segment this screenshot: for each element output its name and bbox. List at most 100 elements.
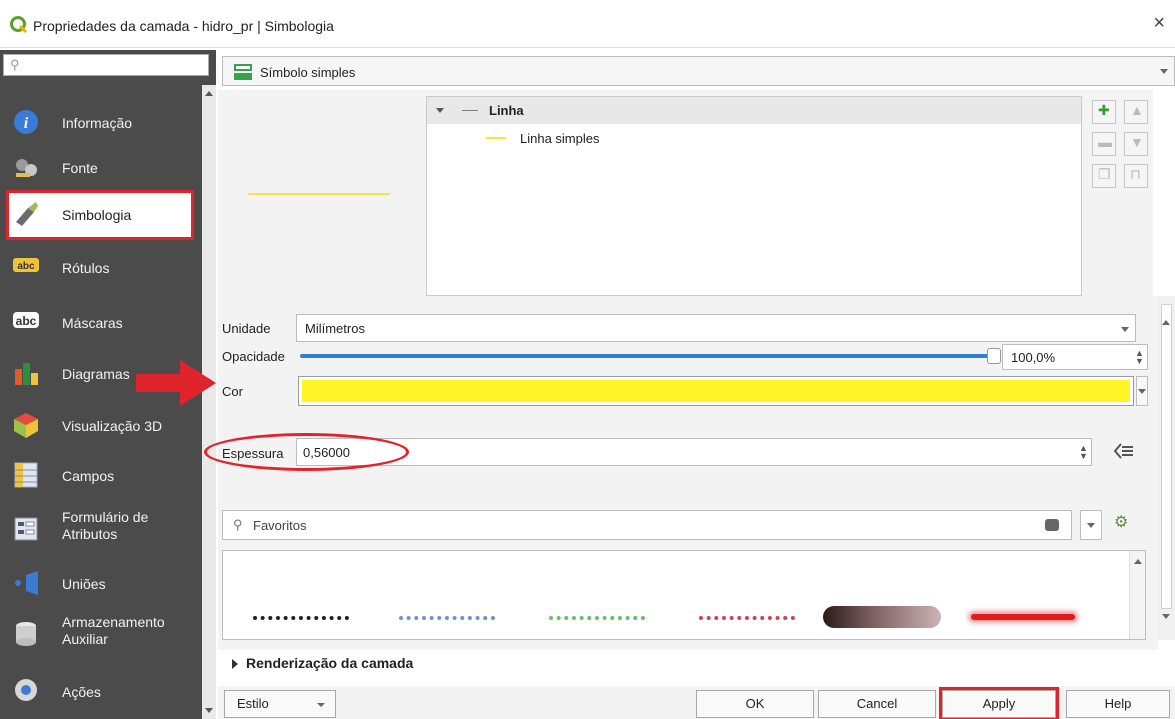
symbol-layer-tree[interactable]: Linha Linha simples: [426, 96, 1082, 296]
sidebar-item-fonte[interactable]: Fonte: [0, 147, 202, 187]
scroll-up-icon[interactable]: [205, 91, 213, 96]
style-button[interactable]: Estilo: [224, 690, 336, 718]
expand-icon[interactable]: [436, 108, 444, 113]
actions-icon: [15, 679, 37, 701]
arrow-up-icon: ▲: [1130, 102, 1144, 118]
library-group-select[interactable]: [1080, 510, 1102, 540]
symbol-list[interactable]: [222, 550, 1146, 640]
ok-button[interactable]: OK: [696, 690, 814, 718]
sidebar-item-label: Armazenamento Auxiliar: [62, 614, 165, 647]
scroll-up-icon[interactable]: [1134, 559, 1142, 564]
spin-arrows-icon[interactable]: ▲ ▼: [1079, 444, 1088, 461]
sidebar-item-mascaras[interactable]: abc Máscaras: [0, 305, 202, 341]
sidebar-search-input[interactable]: ⚲: [3, 54, 209, 76]
masks-icon: abc: [13, 312, 39, 328]
move-down-button[interactable]: ▼: [1124, 132, 1148, 156]
arrow-down-icon: ▼: [1130, 134, 1144, 150]
sidebar-item-formulario-atributos[interactable]: Formulário de Atributos: [0, 505, 202, 553]
line-symbol-icon: [462, 110, 478, 111]
svg-text:abc: abc: [16, 314, 37, 328]
sidebar-item-informacao[interactable]: i Informação: [0, 102, 202, 142]
symbol-list-scrollbar[interactable]: [1129, 551, 1145, 639]
scroll-down-icon[interactable]: [205, 708, 213, 713]
symbol-swatch-blue-dots[interactable]: [399, 616, 495, 620]
color-button[interactable]: [298, 376, 1134, 406]
color-swatch: [302, 380, 1130, 402]
spin-arrows-icon[interactable]: ▲ ▼: [1135, 349, 1144, 366]
renderer-type-select[interactable]: Símbolo simples: [222, 56, 1175, 86]
window-title: Propriedades da camada - hidro_pr | Simb…: [33, 18, 334, 34]
style-button-label: Estilo: [237, 696, 269, 711]
tree-item-linha-simples[interactable]: Linha simples: [520, 131, 600, 146]
lock-button[interactable]: ⊓: [1124, 164, 1148, 188]
simple-line-icon: [486, 137, 506, 139]
sidebar-item-label: Diagramas: [62, 366, 130, 382]
tree-row-linha[interactable]: [427, 97, 1081, 124]
scrollbar-thumb[interactable]: [1161, 304, 1172, 609]
symbol-swatch-red-dots[interactable]: [699, 616, 795, 620]
sidebar-item-simbologia[interactable]: Simbologia: [6, 190, 194, 240]
duplicate-icon: ❐: [1098, 166, 1111, 182]
help-button[interactable]: Help: [1066, 690, 1170, 718]
sidebar-item-visualizacao-3d[interactable]: Visualização 3D: [0, 405, 202, 445]
data-defined-override-icon[interactable]: [1113, 442, 1135, 460]
sidebar-item-armazenamento-auxiliar[interactable]: Armazenamento Auxiliar: [0, 610, 202, 658]
opacity-slider[interactable]: [300, 354, 996, 358]
move-up-button[interactable]: ▲: [1124, 100, 1148, 124]
search-icon: ⚲: [233, 517, 243, 532]
svg-text:i: i: [24, 115, 29, 132]
opacity-label: Opacidade: [222, 349, 285, 364]
clear-icon[interactable]: [1045, 519, 1059, 531]
attribute-form-icon: [14, 517, 38, 541]
auxiliary-storage-icon: [16, 622, 36, 646]
add-symbol-layer-button[interactable]: ✚: [1092, 100, 1116, 124]
library-search-input[interactable]: ⚲ Favoritos: [222, 510, 1072, 540]
sidebar-item-campos[interactable]: Campos: [0, 455, 202, 495]
sidebar-item-label: Formulário de Atributos: [62, 509, 149, 542]
annotation-arrow-icon: [136, 360, 216, 406]
symbol-swatch-green-dots[interactable]: [549, 616, 645, 620]
chevron-down-icon: [1121, 327, 1129, 332]
style-manager-icon[interactable]: ⚙: [1114, 512, 1128, 532]
opacity-slider-handle[interactable]: [987, 348, 1001, 364]
symbol-swatch-gradient-pill[interactable]: [823, 606, 941, 628]
minus-icon: ▬: [1098, 134, 1112, 150]
duplicate-button[interactable]: ❐: [1092, 164, 1116, 188]
close-icon[interactable]: ×: [1153, 12, 1165, 35]
symbol-preview: [248, 193, 390, 195]
scroll-up-icon[interactable]: [1162, 320, 1170, 325]
opacity-value: 100,0%: [1011, 350, 1056, 365]
layer-rendering-label: Renderização da camada: [246, 655, 414, 671]
properties-scrollbar[interactable]: [1158, 296, 1175, 640]
source-icon: [16, 159, 37, 177]
plus-icon: ✚: [1098, 102, 1110, 118]
unit-label: Unidade: [222, 321, 271, 336]
remove-symbol-layer-button[interactable]: ▬: [1092, 132, 1116, 156]
unit-select[interactable]: Milímetros: [296, 314, 1136, 342]
apply-button[interactable]: Apply: [939, 687, 1059, 719]
info-icon: i: [14, 110, 38, 134]
sidebar-item-label: Informação: [62, 115, 133, 131]
3d-view-icon: [14, 413, 38, 438]
sidebar-item-rotulos[interactable]: abc Rótulos: [0, 250, 202, 286]
sidebar-item-label: Ações: [62, 684, 101, 700]
sidebar-item-acoes[interactable]: Ações: [0, 672, 202, 712]
chevron-down-icon: [1087, 523, 1095, 528]
color-menu-button[interactable]: [1136, 376, 1148, 406]
opacity-spinbox[interactable]: 100,0% ▲ ▼: [1002, 344, 1148, 370]
expand-right-icon: [232, 659, 238, 669]
chevron-down-icon: [1138, 389, 1146, 394]
symbol-selector: Linha Linha simples ✚ ▲ ▬ ▼ ❐ ⊓: [218, 90, 1153, 296]
tree-item-linha[interactable]: Linha: [489, 103, 524, 118]
lock-icon: ⊓: [1130, 166, 1141, 182]
cancel-button[interactable]: Cancel: [818, 690, 936, 718]
width-spinbox[interactable]: 0,56000 ▲ ▼: [296, 438, 1092, 466]
symbol-library: ⚲ Favoritos ⚙: [218, 500, 1158, 650]
renderer-type-label: Símbolo simples: [260, 65, 356, 80]
symbol-swatch-black-dots[interactable]: [253, 616, 349, 620]
symbol-swatch-red-glow[interactable]: [971, 614, 1075, 620]
highlight-ellipse: [204, 433, 409, 471]
sidebar-item-unioes[interactable]: Uniões: [0, 565, 202, 601]
chevron-down-icon: [317, 703, 325, 707]
scroll-down-icon[interactable]: [1162, 614, 1170, 619]
